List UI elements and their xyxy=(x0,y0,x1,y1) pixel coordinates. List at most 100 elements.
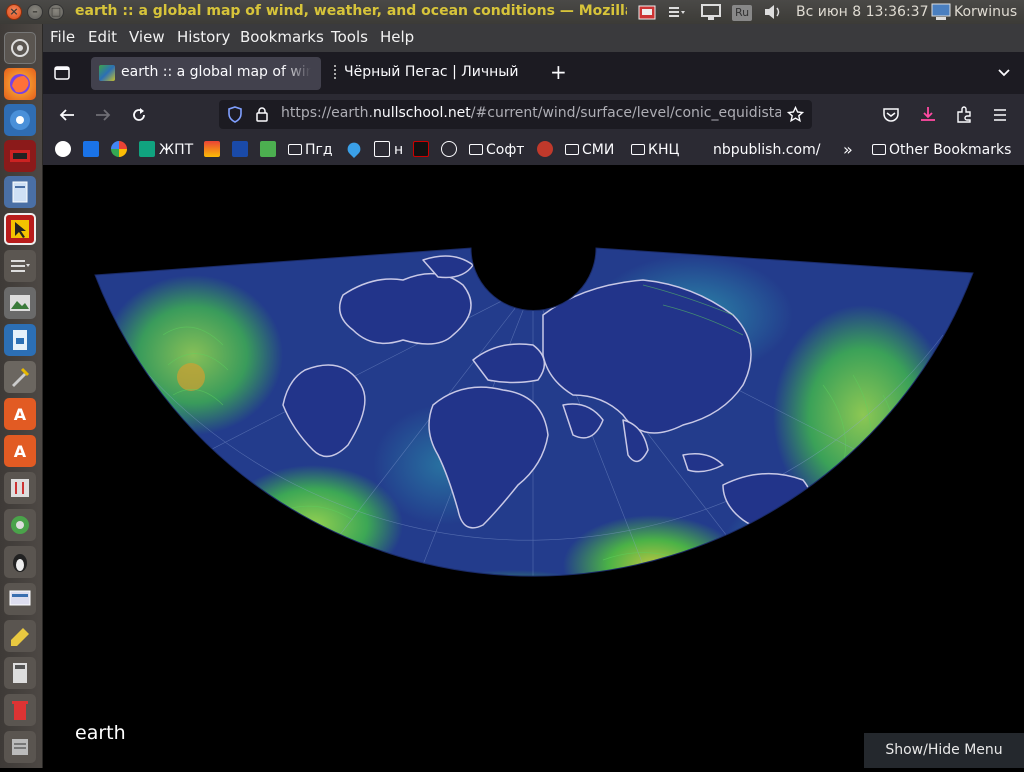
files-icon[interactable] xyxy=(4,176,36,208)
window-maximize-button[interactable]: □ xyxy=(48,4,64,20)
extensions-icon[interactable] xyxy=(955,106,973,128)
media-icon[interactable] xyxy=(4,140,36,172)
bookmark-red[interactable] xyxy=(413,140,433,160)
back-arrow-icon[interactable] xyxy=(58,106,76,128)
bookmark-drop[interactable] xyxy=(344,139,366,160)
soviet-icon xyxy=(537,141,553,157)
navigation-bar: https://earth.nullschool.net/#current/wi… xyxy=(43,94,1024,134)
pointer-app-icon[interactable] xyxy=(4,213,36,245)
wind-map-canvas[interactable] xyxy=(43,165,1024,768)
bookmark-cross[interactable] xyxy=(232,140,252,160)
bookmark-star[interactable] xyxy=(55,140,75,160)
bookmarks-overflow-chevron-icon[interactable]: » xyxy=(843,140,853,160)
window-minimize-button[interactable]: – xyxy=(27,4,43,20)
menu-help[interactable]: Help xyxy=(380,28,414,46)
image-viewer-icon[interactable] xyxy=(4,287,36,319)
folder-icon xyxy=(288,144,302,155)
trash-icon[interactable] xyxy=(4,694,36,726)
penguin-icon[interactable] xyxy=(4,546,36,578)
bookmark-label: СМИ xyxy=(582,142,615,158)
document-icon[interactable] xyxy=(4,324,36,356)
folder-icon xyxy=(565,144,579,155)
bookmark-globe[interactable] xyxy=(441,140,461,160)
bookmark-soviet[interactable] xyxy=(537,140,557,160)
keyboard-indicator-icon[interactable] xyxy=(638,2,656,22)
firefox-icon[interactable] xyxy=(4,68,36,100)
menu-file[interactable]: File xyxy=(50,28,75,46)
chromium-icon[interactable] xyxy=(4,104,36,136)
notes-icon[interactable] xyxy=(4,620,36,652)
earth-logo-text[interactable]: earth xyxy=(75,722,126,744)
bookmark-star-icon[interactable] xyxy=(786,105,805,127)
forward-arrow-icon[interactable] xyxy=(94,106,112,128)
bookmark-nbpublish[interactable]: nbpublish.com/ xyxy=(713,140,820,160)
downloads-icon[interactable] xyxy=(919,105,937,127)
bookmarks-toolbar: ЖПТ Пгд н Софт СМИ КНЦ nbpublish.com/ » … xyxy=(43,134,1024,165)
bookmark-gmail[interactable] xyxy=(204,140,224,160)
map-projection xyxy=(95,248,973,577)
folder-icon xyxy=(631,144,645,155)
settings-sliders-icon[interactable] xyxy=(4,472,36,504)
at-icon xyxy=(83,141,99,157)
ubuntu-launcher: A A xyxy=(0,24,43,768)
bookmark-folder-knc[interactable]: КНЦ xyxy=(631,140,679,160)
window-close-button[interactable]: × xyxy=(6,4,22,20)
other-bookmarks[interactable]: Other Bookmarks xyxy=(872,140,1011,160)
remote-desktop-icon[interactable] xyxy=(4,583,36,615)
bookmark-zhpt[interactable]: ЖПТ xyxy=(139,140,193,160)
clock[interactable]: Вс июн 8 13:36:37 xyxy=(796,2,928,22)
folder-icon xyxy=(872,144,886,155)
new-tab-plus-icon[interactable]: + xyxy=(550,62,567,82)
bookmark-folder-soft[interactable]: Софт xyxy=(469,140,524,160)
minimize-icon: – xyxy=(32,5,38,18)
menu-history[interactable]: History xyxy=(177,28,230,46)
list-all-tabs-chevron-icon[interactable] xyxy=(996,64,1012,84)
show-hide-menu-button[interactable]: Show/Hide Menu xyxy=(864,733,1024,768)
tab-title: Чёрный Пегас | Личный xyxy=(344,64,519,80)
calculator-icon[interactable] xyxy=(4,657,36,689)
menu-bar: File Edit View History Bookmarks Tools H… xyxy=(43,24,1024,52)
reload-icon[interactable] xyxy=(130,106,148,128)
edit-icon xyxy=(374,141,390,157)
bookmark-torrent[interactable] xyxy=(260,140,280,160)
menu-view[interactable]: View xyxy=(129,28,165,46)
bookmark-folder-smi[interactable]: СМИ xyxy=(565,140,614,160)
network-icon[interactable] xyxy=(700,2,722,22)
menu-edit[interactable]: Edit xyxy=(88,28,117,46)
lock-icon[interactable] xyxy=(255,106,269,127)
address-bar[interactable]: https://earth.nullschool.net/#current/wi… xyxy=(219,100,812,129)
globe-icon xyxy=(441,141,457,157)
menu-lines-icon[interactable] xyxy=(668,2,686,22)
menu-tools[interactable]: Tools xyxy=(331,28,368,46)
system-update-icon[interactable] xyxy=(4,509,36,541)
folder-icon xyxy=(469,144,483,155)
other-bookmarks-label: Other Bookmarks xyxy=(889,142,1012,158)
volume-icon[interactable] xyxy=(762,2,784,22)
software-updater-icon[interactable]: A xyxy=(4,435,36,467)
bookmark-label: КНЦ xyxy=(648,142,680,158)
tab-overview-icon[interactable] xyxy=(53,64,71,82)
tab-chernyi-pegas[interactable]: Чёрный Пегас | Личный xyxy=(328,57,548,90)
tweak-icon[interactable] xyxy=(4,250,36,282)
earth-map-viewport[interactable]: earth Show/Hide Menu xyxy=(43,165,1024,768)
hamburger-menu-icon[interactable] xyxy=(991,106,1009,128)
maximize-icon: □ xyxy=(50,5,62,18)
bookmark-n[interactable]: н xyxy=(374,140,403,160)
bookmark-at[interactable] xyxy=(83,140,103,160)
tools-icon[interactable] xyxy=(4,361,36,393)
tab-earth[interactable]: earth :: a global map of wind xyxy=(91,57,321,90)
bookmark-folder-pgd[interactable]: Пгд xyxy=(288,140,333,160)
menu-bookmarks[interactable]: Bookmarks xyxy=(240,28,324,46)
archive-icon[interactable] xyxy=(4,731,36,763)
user-computer-icon[interactable] xyxy=(930,2,952,22)
bookmark-google[interactable] xyxy=(111,140,131,160)
tracking-shield-icon[interactable] xyxy=(227,106,243,127)
user-name[interactable]: Korwinus xyxy=(954,2,1017,22)
url-text[interactable]: https://earth.nullschool.net/#current/wi… xyxy=(281,105,781,121)
earth-favicon-icon xyxy=(99,65,115,81)
dash-icon[interactable] xyxy=(4,32,36,64)
keyboard-layout-indicator[interactable]: Ru xyxy=(732,2,754,22)
pocket-icon[interactable] xyxy=(882,106,900,128)
software-center-icon[interactable]: A xyxy=(4,398,36,430)
bookmark-label: Софт xyxy=(486,142,525,158)
